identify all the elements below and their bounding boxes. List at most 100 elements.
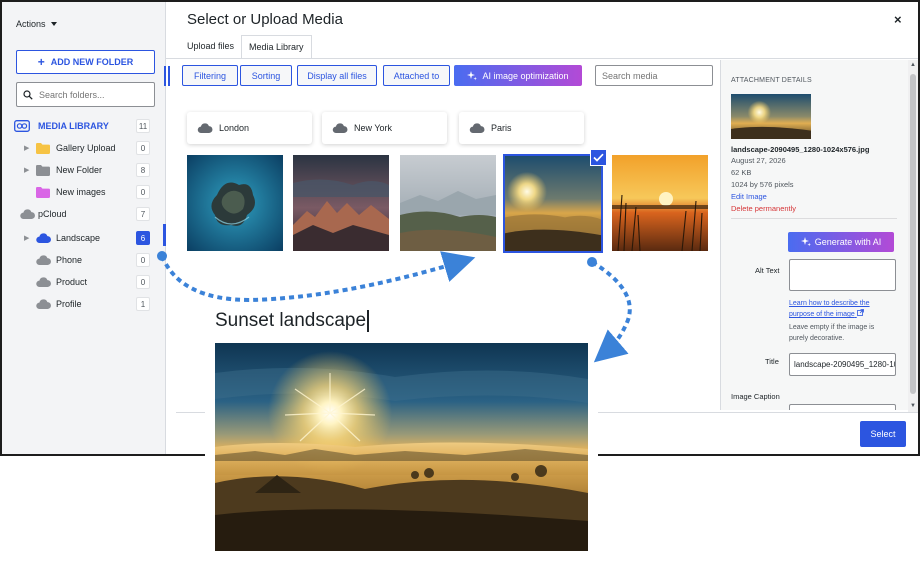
- actions-label: Actions: [16, 19, 46, 29]
- media-thumbnail-mountains-dusk[interactable]: [293, 155, 389, 251]
- close-icon[interactable]: ×: [894, 12, 902, 27]
- tree-item-label: Phone: [56, 255, 83, 265]
- cloud-icon: [36, 255, 51, 265]
- subfolder-card-london[interactable]: London: [187, 112, 312, 144]
- subfolder-card-new-york[interactable]: New York: [322, 112, 447, 144]
- tree-item-label: Product: [56, 277, 88, 287]
- select-button[interactable]: Select: [860, 421, 906, 447]
- typed-text-value: Sunset landscape: [215, 310, 367, 331]
- scroll-down-icon[interactable]: ▼: [910, 403, 916, 409]
- cloud-icon: [36, 299, 51, 309]
- add-new-folder-label: ADD NEW FOLDER: [50, 57, 134, 67]
- add-new-folder-button[interactable]: + ADD NEW FOLDER: [16, 50, 155, 74]
- toolbar-handle[interactable]: [164, 66, 170, 86]
- tree-item-label: Gallery Upload: [56, 143, 116, 153]
- subfolder-label: Paris: [491, 123, 512, 133]
- folder-count-badge: 0: [136, 275, 150, 289]
- search-folders-input[interactable]: [39, 89, 147, 100]
- ai-sparkle-icon: [800, 237, 811, 247]
- folder-count-badge: 6: [136, 231, 150, 245]
- tree-item-new-images[interactable]: New images 0: [2, 182, 164, 202]
- media-thumbnail-valley[interactable]: [400, 155, 496, 251]
- media-thumbnail-lake-sunset[interactable]: [612, 155, 708, 251]
- header-divider: [166, 58, 918, 59]
- folder-gray-icon: [36, 164, 50, 176]
- tree-item-gallery-upload[interactable]: ▶ Gallery Upload 0: [2, 138, 164, 158]
- subfolder-label: New York: [354, 123, 393, 133]
- tree-item-label: pCloud: [38, 209, 67, 219]
- tree-item-landscape[interactable]: ▶ Landscape 6: [2, 228, 164, 248]
- attachment-size: 62 KB: [731, 168, 752, 177]
- external-link-icon: [856, 309, 864, 316]
- generate-with-ai-label: Generate with AI: [814, 237, 882, 247]
- search-media-box: [595, 65, 713, 86]
- folder-sidebar: Actions + ADD NEW FOLDER MEDIA LIBRARY 1…: [2, 2, 166, 454]
- modal-title: Select or Upload Media: [187, 11, 343, 28]
- tree-item-phone[interactable]: Phone 0: [2, 250, 164, 270]
- chevron-right-icon[interactable]: ▶: [24, 234, 29, 242]
- active-folder-marker: [163, 224, 166, 246]
- enlarged-sunset-image: [215, 343, 588, 551]
- title-input[interactable]: landscape-2090495_1280-1024x576: [789, 353, 896, 376]
- folder-count-badge: 0: [136, 185, 150, 199]
- caret-down-icon: [50, 22, 57, 26]
- folder-count-badge: 0: [136, 253, 150, 267]
- chevron-right-icon[interactable]: ▶: [24, 166, 29, 174]
- attached-to-button[interactable]: Attached to: [383, 65, 450, 86]
- edit-image-link[interactable]: Edit Image: [731, 192, 767, 201]
- ai-image-optimization-label: AI image optimization: [482, 70, 569, 81]
- folder-count-badge: 8: [136, 163, 150, 177]
- tree-item-new-folder[interactable]: ▶ New Folder 8: [2, 160, 164, 180]
- search-folders-box: [16, 82, 155, 107]
- image-caption-input[interactable]: [789, 404, 896, 410]
- tree-item-label: Landscape: [56, 233, 101, 243]
- tree-item-label: New Folder: [56, 165, 103, 175]
- folder-yellow-icon: [36, 142, 50, 154]
- ai-image-optimization-button[interactable]: AI image optimization: [454, 65, 582, 86]
- media-thumbnail-sunset-selected[interactable]: [503, 154, 603, 253]
- tab-media-library[interactable]: Media Library: [241, 35, 312, 59]
- ai-sparkle-icon: [467, 70, 478, 80]
- chevron-right-icon[interactable]: ▶: [24, 144, 29, 152]
- cloud-icon: [36, 233, 51, 243]
- search-media-input[interactable]: [602, 70, 702, 81]
- image-caption-label: Image Caption: [731, 392, 780, 401]
- delete-permanently-link[interactable]: Delete permanently: [731, 204, 796, 213]
- tree-item-label: New images: [56, 187, 106, 197]
- attachment-preview-image: [731, 94, 811, 139]
- tree-item-label: Profile: [56, 299, 82, 309]
- scrollbar-thumb[interactable]: [910, 74, 916, 394]
- search-icon: [23, 89, 33, 100]
- actions-menu[interactable]: Actions: [16, 19, 57, 29]
- tree-item-product[interactable]: Product 0: [2, 272, 164, 292]
- text-cursor: [367, 310, 369, 332]
- details-divider: [731, 218, 897, 219]
- subfolder-card-paris[interactable]: Paris: [459, 112, 584, 144]
- cloud-icon: [36, 277, 51, 287]
- attachment-filename: landscape-2090495_1280-1024x576.jpg: [731, 145, 870, 154]
- checkmark-icon[interactable]: [590, 149, 607, 166]
- tree-item-media-library[interactable]: MEDIA LIBRARY 11: [2, 116, 164, 136]
- describe-purpose-link[interactable]: Learn how to describe the purpose of the…: [789, 298, 894, 320]
- tree-item-label: MEDIA LIBRARY: [38, 121, 109, 131]
- modal-tabs: Upload files Media Library: [180, 35, 312, 59]
- attachment-details-heading: ATTACHMENT DETAILS: [731, 77, 812, 84]
- alt-text-help: Leave empty if the image is purely decor…: [789, 324, 875, 342]
- folder-count-badge: 11: [136, 119, 150, 133]
- typed-search-text: Sunset landscape: [215, 307, 375, 335]
- alt-text-label: Alt Text: [755, 266, 780, 275]
- folder-count-badge: 1: [136, 297, 150, 311]
- sorting-button[interactable]: Sorting: [240, 65, 292, 86]
- details-scrollbar[interactable]: ▲ ▼: [908, 60, 918, 412]
- tree-item-profile[interactable]: Profile 1: [2, 294, 164, 314]
- alt-text-input[interactable]: [789, 259, 896, 291]
- cloud-icon: [20, 209, 35, 219]
- generate-with-ai-button[interactable]: Generate with AI: [788, 232, 894, 252]
- filtering-button[interactable]: Filtering: [182, 65, 238, 86]
- tree-item-pcloud[interactable]: pCloud 7: [2, 204, 164, 224]
- media-thumbnail-island[interactable]: [187, 155, 283, 251]
- scroll-up-icon[interactable]: ▲: [910, 62, 916, 68]
- subfolder-label: London: [219, 123, 250, 133]
- tab-upload-files[interactable]: Upload files: [180, 35, 241, 59]
- display-all-files-button[interactable]: Display all files: [297, 65, 377, 86]
